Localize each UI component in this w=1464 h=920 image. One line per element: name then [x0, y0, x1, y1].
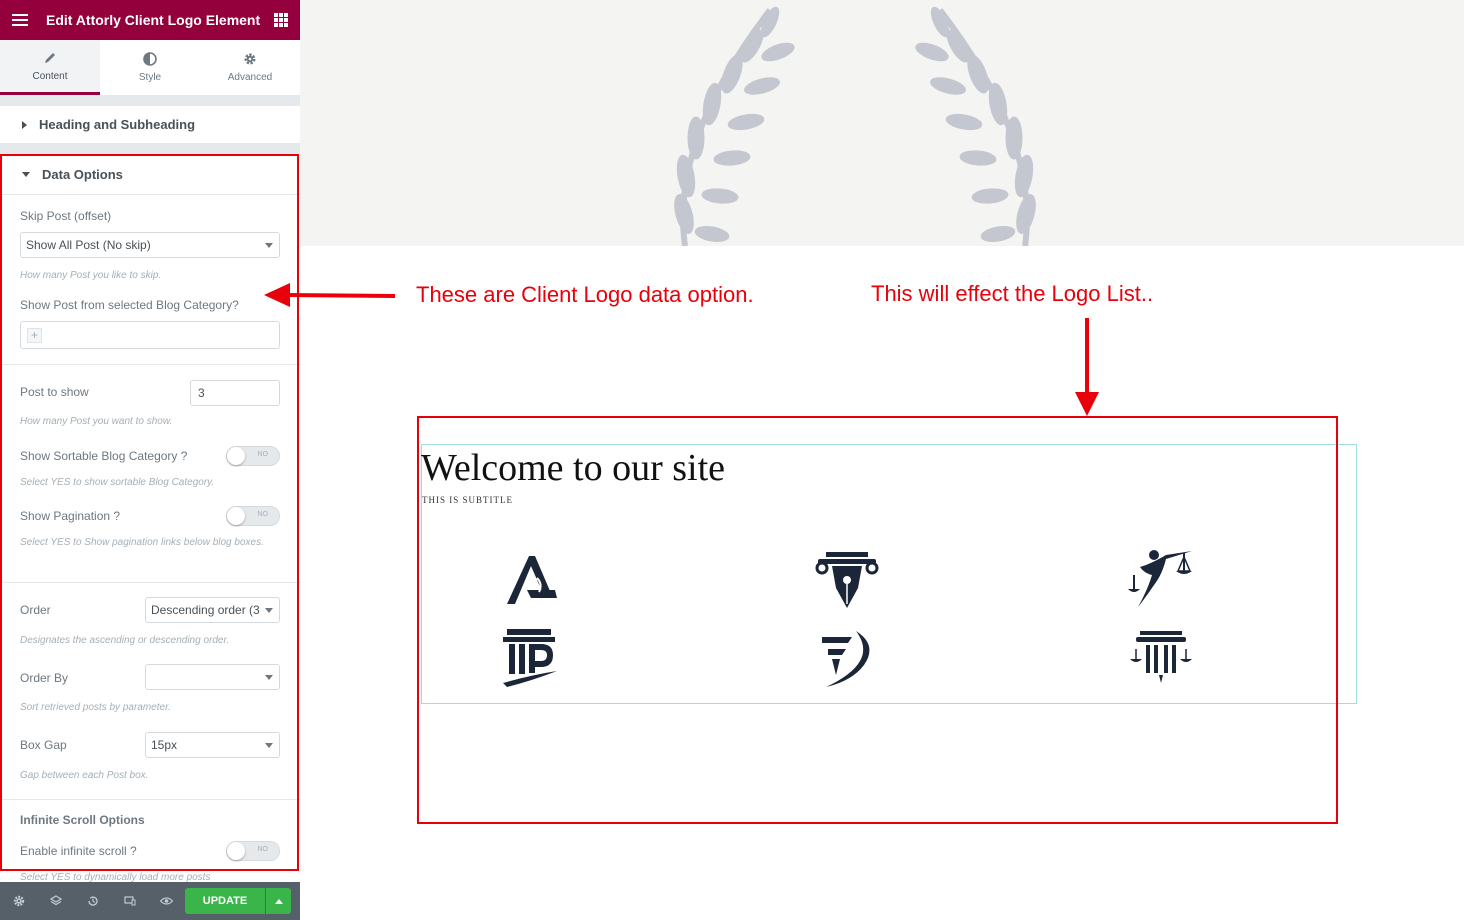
annotation-right: This will effect the Logo List.. — [871, 281, 1154, 306]
column-p-logo[interactable] — [497, 625, 567, 691]
fountain-pen-column-logo[interactable] — [812, 548, 882, 614]
swoosh-f-logo[interactable] — [812, 625, 882, 691]
widget-title: Welcome to our site — [421, 447, 726, 489]
widget-subtitle: THIS IS SUBTITLE — [422, 495, 513, 505]
column-scales-logo[interactable] — [1126, 625, 1196, 691]
letter-a-logo[interactable] — [497, 548, 567, 614]
justice-figure-logo[interactable] — [1126, 545, 1196, 611]
annotation-left: These are Client Logo data option. — [416, 282, 754, 307]
